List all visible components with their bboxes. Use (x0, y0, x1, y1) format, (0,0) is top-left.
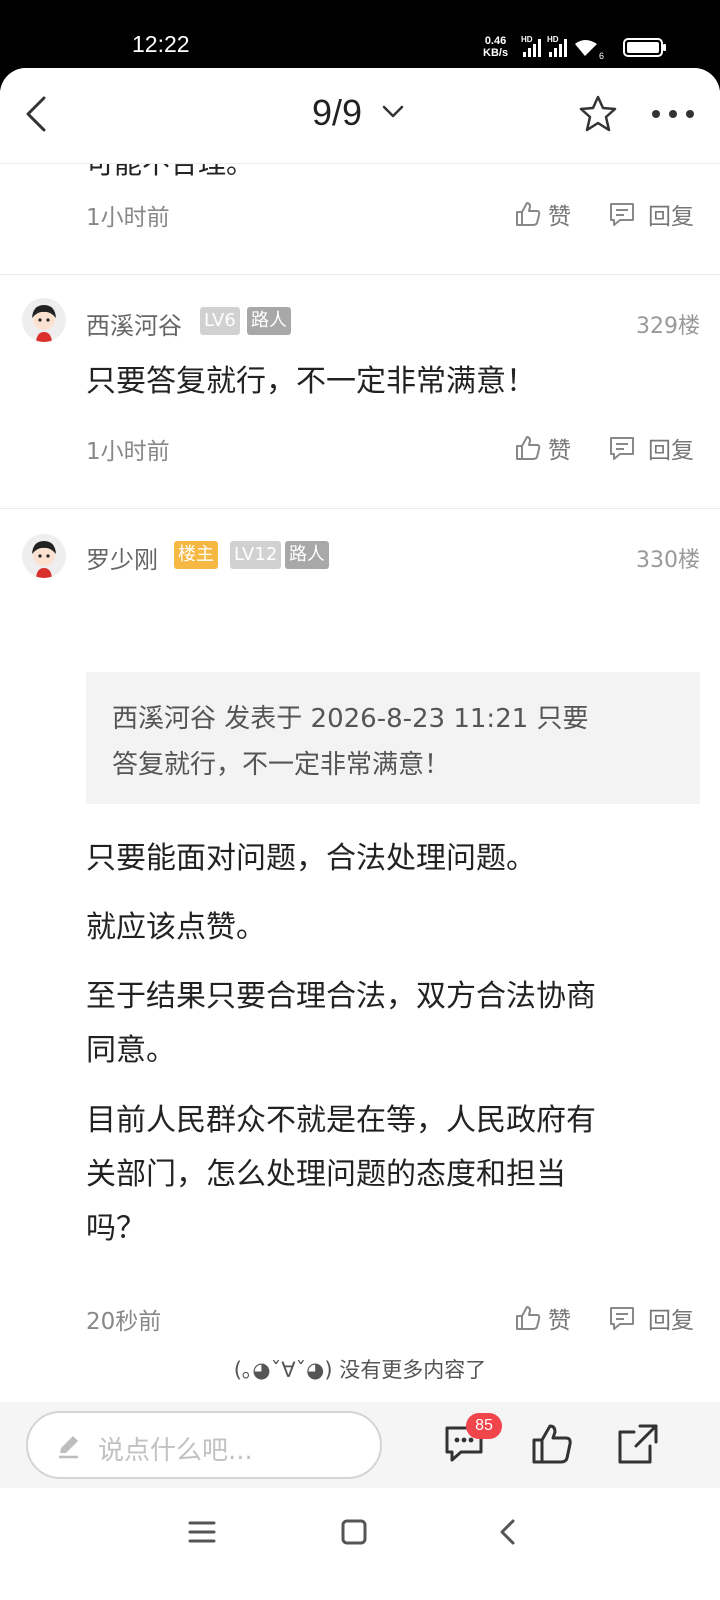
reply-button[interactable]: 回复 (608, 428, 694, 468)
top-bar: 9/9 (0, 68, 720, 164)
menu-icon[interactable] (188, 1518, 216, 1546)
comment-count-badge: 85 (466, 1413, 502, 1439)
host-badge: 楼主 (174, 541, 218, 569)
quote-line: 答复就行，不一定非常满意！ (112, 750, 451, 780)
username[interactable]: 罗少刚 (86, 540, 158, 575)
input-placeholder: 说点什么吧... (98, 1436, 253, 1466)
network-speed-value: 0.46 (484, 35, 507, 47)
comment-meta: 1小时前 赞 回复 (86, 194, 700, 234)
avatar-image (22, 534, 66, 578)
like-button[interactable]: 赞 (514, 194, 571, 234)
role-badge: 路人 (247, 307, 291, 335)
svg-text:HD: HD (547, 35, 559, 44)
comment-paragraph: 同意。 (86, 1033, 176, 1068)
thumbs-up-icon[interactable] (530, 1422, 574, 1466)
level-badge: LV12 (230, 541, 282, 569)
avatar-image (22, 298, 66, 342)
reply-bubble-icon (610, 203, 634, 226)
comment-meta: 20秒前 赞 回复 (86, 1298, 700, 1338)
reply-label: 回复 (648, 204, 694, 230)
reply-label: 回复 (648, 438, 694, 464)
pencil-icon (59, 1436, 78, 1459)
username[interactable]: 西溪河谷 (86, 306, 182, 341)
comment-paragraph: 目前人民群众不就是在等，人民政府有 (86, 1103, 596, 1138)
thumbs-up-icon (516, 202, 541, 226)
share-icon[interactable] (616, 1422, 660, 1466)
like-button[interactable]: 赞 (514, 428, 571, 468)
comment-meta: 1小时前 赞 回复 (86, 428, 700, 468)
svg-text:HD: HD (521, 35, 533, 44)
comment-time: 1小时前 (86, 439, 170, 465)
floor-number: 330楼 (636, 548, 700, 573)
role-badge: 路人 (285, 541, 329, 569)
like-label: 赞 (548, 1308, 571, 1334)
page-indicator[interactable]: 9/9 (312, 92, 362, 134)
comment-time: 1小时前 (86, 205, 170, 231)
divider (0, 274, 720, 275)
back-icon[interactable] (494, 1518, 522, 1546)
network-speed: 0.46 KB/s (483, 35, 508, 59)
comment-paragraph: 只要能面对问题，合法处理问题。 (86, 841, 536, 876)
reply-button[interactable]: 回复 (608, 194, 694, 234)
comment-paragraph: 吗？ (86, 1211, 146, 1246)
divider (0, 508, 720, 509)
back-icon[interactable] (18, 94, 58, 134)
system-navigation-bar (0, 1488, 720, 1600)
home-icon[interactable] (340, 1518, 368, 1546)
like-label: 赞 (548, 204, 571, 230)
comment-feed: 可能不合理。 1小时前 赞 回复 西溪河谷 LV6 路人 (0, 164, 720, 1422)
status-bar: 12:22 0.46 KB/s HD HD 6 (0, 0, 720, 70)
network-speed-unit: KB/s (483, 47, 509, 59)
chevron-down-icon[interactable] (382, 104, 404, 120)
avatar[interactable] (22, 298, 66, 342)
quote-line: 西溪河谷 发表于 2026-8-23 11:21 只要 (112, 704, 589, 734)
thumbs-up-icon (516, 1306, 541, 1330)
status-time: 12:22 (132, 31, 190, 57)
quoted-reply[interactable]: 西溪河谷 发表于 2026-8-23 11:21 只要 答复就行，不一定非常满意… (86, 672, 700, 804)
reply-label: 回复 (648, 1308, 694, 1334)
reply-button[interactable]: 回复 (608, 1298, 694, 1338)
avatar[interactable] (22, 534, 66, 578)
bottom-action-bar: 说点什么吧... 85 (0, 1402, 720, 1488)
like-label: 赞 (548, 438, 571, 464)
comment-paragraph: 关部门，怎么处理问题的态度和担当 (86, 1157, 566, 1192)
svg-text:6: 6 (599, 51, 604, 60)
comment-time: 20秒前 (86, 1309, 162, 1335)
post-page: 9/9 可能不合理。 1小时前 赞 回复 (0, 68, 720, 1600)
end-of-content-text: (｡◕ˇ∀ˇ◕) 没有更多内容了 (233, 1358, 487, 1382)
floor-number: 329楼 (636, 314, 700, 339)
comment-text: 只要答复就行，不一定非常满意！ (86, 364, 536, 399)
signal-wifi-battery-icon: HD HD 6 (521, 35, 666, 60)
comment-paragraph: 就应该点赞。 (86, 910, 266, 945)
thumbs-up-icon (516, 436, 541, 460)
reply-bubble-icon (610, 437, 634, 460)
favorite-star-icon[interactable] (578, 94, 618, 134)
level-badge: LV6 (200, 307, 240, 335)
like-button[interactable]: 赞 (514, 1298, 571, 1338)
reply-bubble-icon (610, 1307, 634, 1330)
more-icon[interactable] (650, 108, 696, 120)
comment-paragraph: 至于结果只要合理合法，双方合法协商 (86, 979, 596, 1014)
comment-input[interactable]: 说点什么吧... (26, 1411, 382, 1479)
comment-text: 可能不合理。 (86, 164, 254, 182)
